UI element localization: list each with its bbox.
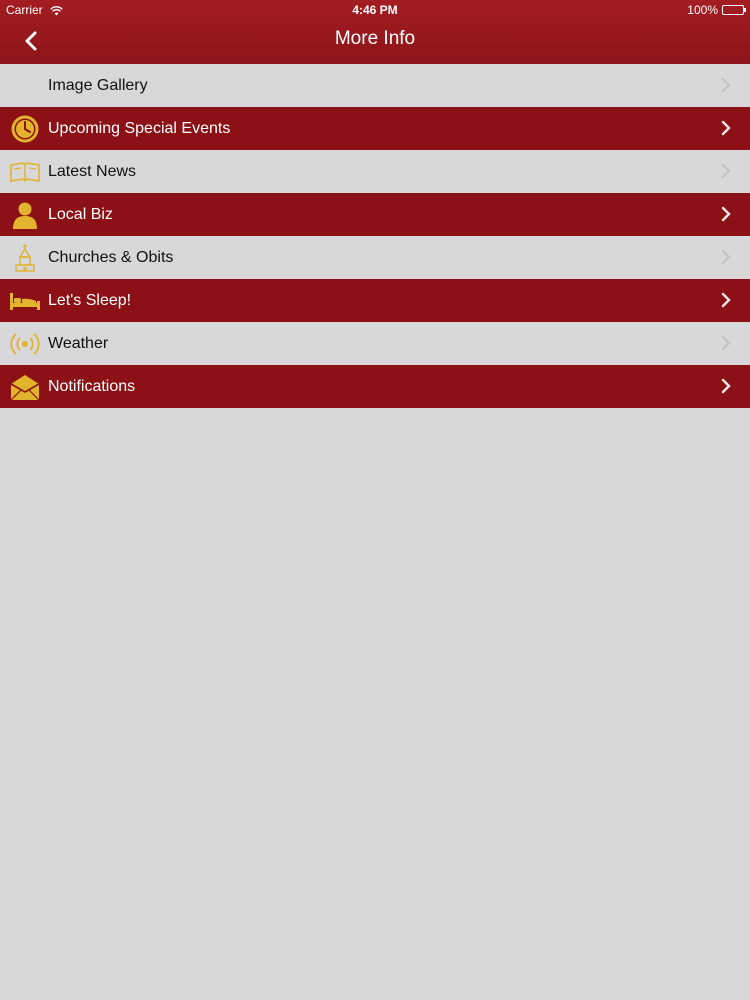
chevron-right-icon bbox=[721, 77, 731, 93]
menu-item-label: Upcoming Special Events bbox=[48, 119, 231, 137]
church-icon bbox=[9, 242, 41, 274]
envelope-icon bbox=[9, 371, 41, 403]
battery-icon bbox=[722, 5, 746, 15]
chevron-right-icon bbox=[721, 206, 731, 222]
menu-item-label: Local Biz bbox=[48, 205, 113, 223]
chevron-right-icon bbox=[721, 378, 731, 394]
bed-icon bbox=[9, 285, 41, 317]
clock-icon bbox=[9, 113, 41, 145]
menu-list: Image Gallery Upcoming Special Events La… bbox=[0, 64, 750, 408]
menu-item-label: Weather bbox=[48, 334, 109, 352]
battery-percent: 100% bbox=[687, 3, 718, 17]
chevron-right-icon bbox=[721, 120, 731, 136]
menu-item-lets-sleep[interactable]: Let's Sleep! bbox=[0, 279, 750, 322]
status-battery: 100% bbox=[687, 3, 746, 17]
menu-item-label: Notifications bbox=[48, 377, 136, 395]
status-time: 4:46 PM bbox=[352, 3, 398, 17]
page-title: More Info bbox=[334, 28, 416, 49]
chevron-right-icon bbox=[721, 249, 731, 265]
person-icon bbox=[9, 199, 41, 231]
menu-item-label: Let's Sleep! bbox=[48, 291, 132, 309]
menu-item-label: Latest News bbox=[48, 162, 137, 180]
menu-item-churches-obits[interactable]: Churches & Obits bbox=[0, 236, 750, 279]
menu-item-notifications[interactable]: Notifications bbox=[0, 365, 750, 408]
menu-item-weather[interactable]: Weather bbox=[0, 322, 750, 365]
menu-item-latest-news[interactable]: Latest News bbox=[0, 150, 750, 193]
chevron-right-icon bbox=[721, 335, 731, 351]
menu-item-label: Churches & Obits bbox=[48, 248, 174, 266]
newspaper-icon bbox=[9, 156, 41, 188]
chevron-right-icon bbox=[721, 163, 731, 179]
navigation-bar: Carrier 4:46 PM 100% More Info bbox=[0, 0, 750, 64]
menu-item-upcoming-special-events[interactable]: Upcoming Special Events bbox=[0, 107, 750, 150]
blank-icon bbox=[9, 70, 41, 102]
menu-item-image-gallery[interactable]: Image Gallery bbox=[0, 64, 750, 107]
chevron-right-icon bbox=[721, 292, 731, 308]
broadcast-icon bbox=[9, 328, 41, 360]
menu-item-label: Image Gallery bbox=[48, 76, 148, 94]
menu-item-local-biz[interactable]: Local Biz bbox=[0, 193, 750, 236]
